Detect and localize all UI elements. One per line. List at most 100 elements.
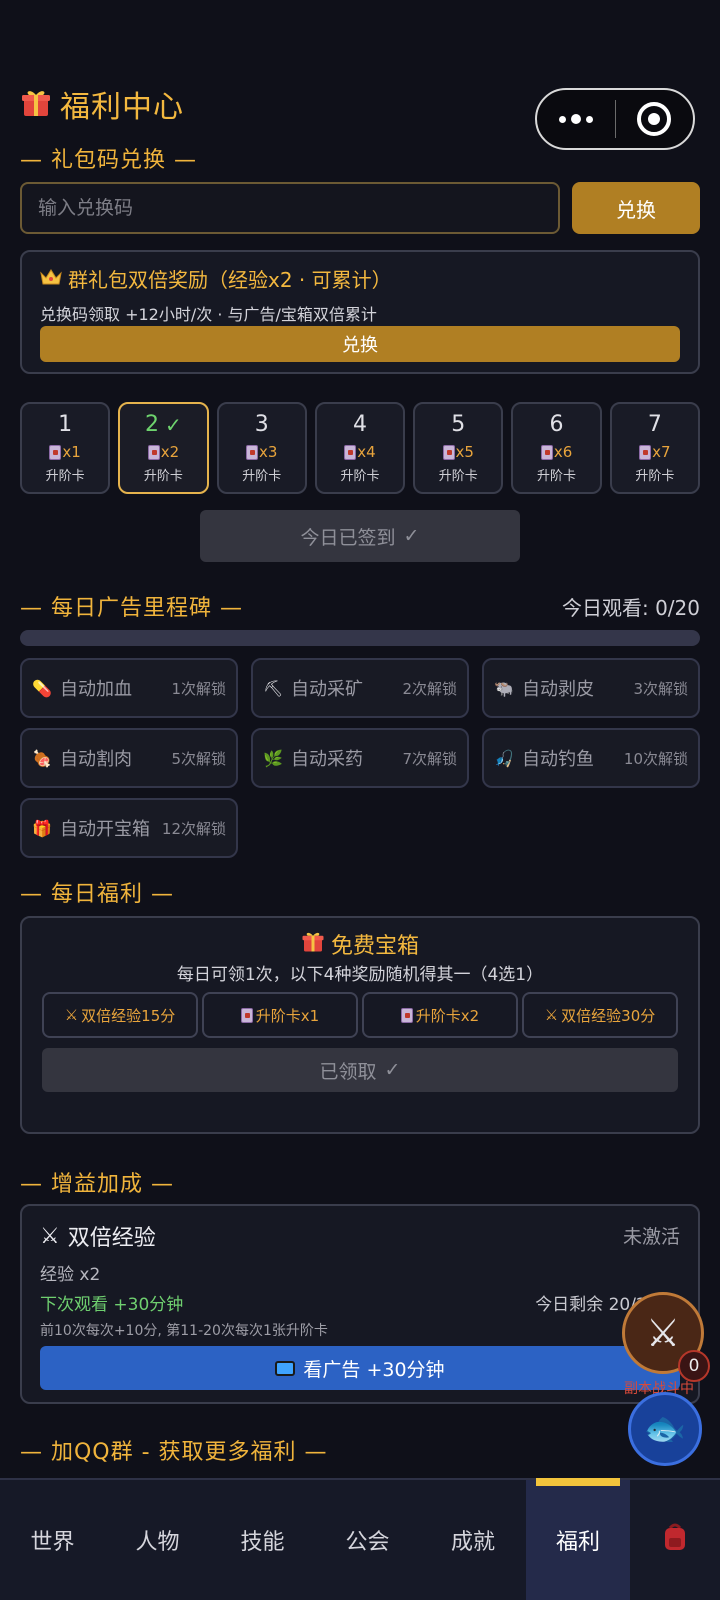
crossed-swords-icon: ⚔ bbox=[645, 1311, 681, 1355]
signed-in-button[interactable]: 今日已签到 ✓ bbox=[200, 510, 520, 562]
chest-claimed-button[interactable]: 已领取 ✓ bbox=[42, 1048, 678, 1092]
day-reward-name: 升阶卡 bbox=[537, 469, 577, 484]
day-reward-name: 升阶卡 bbox=[242, 469, 282, 484]
fishing-float-button[interactable]: 🐟 bbox=[628, 1392, 702, 1466]
tab-character[interactable]: 人物 bbox=[105, 1480, 210, 1600]
auto-feature-item[interactable]: 🌿 自动采药 7次解锁 bbox=[251, 728, 469, 788]
signin-day[interactable]: 6 x6 升阶卡 bbox=[511, 402, 602, 494]
feature-label: 自动钓鱼 bbox=[522, 749, 594, 770]
feature-label: 自动剥皮 bbox=[522, 679, 594, 700]
feature-label: 自动开宝箱 bbox=[60, 819, 150, 840]
day-reward-name: 升阶卡 bbox=[45, 469, 85, 484]
auto-feature-item[interactable]: 💊 自动加血 1次解锁 bbox=[20, 658, 238, 718]
herb-icon: 🌿 bbox=[263, 748, 283, 768]
gift-icon bbox=[301, 929, 325, 959]
tab-world[interactable]: 世界 bbox=[0, 1480, 105, 1600]
hide-icon: 🐃 bbox=[494, 678, 514, 698]
reward-label: 双倍经验15分 bbox=[81, 1006, 176, 1025]
feature-label: 自动加血 bbox=[60, 679, 132, 700]
gift-icon bbox=[20, 86, 52, 122]
close-mini-program-button[interactable] bbox=[616, 102, 694, 136]
crown-icon bbox=[40, 267, 62, 291]
reward-label: 升阶卡x1 bbox=[255, 1006, 320, 1025]
feature-label: 自动采药 bbox=[291, 749, 363, 770]
ad-progress-bar bbox=[20, 630, 700, 646]
target-icon bbox=[637, 102, 672, 136]
checkmark-icon: ✓ bbox=[165, 412, 182, 437]
reward-label: 双倍经验30分 bbox=[561, 1006, 656, 1025]
upgrade-card-icon bbox=[442, 444, 455, 460]
signin-day[interactable]: 7 x7 升阶卡 bbox=[609, 402, 700, 494]
group-bonus-card: 群礼包双倍奖励（经验x2 · 可累计） 兑换码领取 +12小时/次 · 与广告/… bbox=[20, 250, 700, 374]
chest-reward-option: ⚔ 双倍经验30分 bbox=[522, 992, 678, 1038]
feature-label: 自动采矿 bbox=[291, 679, 363, 700]
claimed-label: 已领取 bbox=[319, 1060, 377, 1083]
ad-watch-count: 今日观看: 0/20 bbox=[561, 596, 700, 620]
tab-guild[interactable]: 公会 bbox=[315, 1480, 420, 1600]
auto-feature-item[interactable]: 🎣 自动钓鱼 10次解锁 bbox=[482, 728, 700, 788]
double-exp-title: 双倍经验 bbox=[67, 1226, 156, 1251]
day-reward: x3 bbox=[258, 443, 278, 461]
chest-reward-option: 升阶卡x2 bbox=[362, 992, 518, 1038]
day-number: 4 bbox=[352, 412, 367, 437]
signin-day[interactable]: 3 x3 升阶卡 bbox=[216, 402, 307, 494]
signin-day[interactable]: 1 x1 升阶卡 bbox=[20, 402, 111, 494]
more-menu-button[interactable] bbox=[537, 114, 615, 124]
signed-in-label: 今日已签到 bbox=[300, 526, 396, 549]
auto-feature-item[interactable]: 🎁 自动开宝箱 12次解锁 bbox=[20, 798, 238, 858]
auto-feature-item[interactable]: 🐃 自动剥皮 3次解锁 bbox=[482, 658, 700, 718]
group-bonus-title: 群礼包双倍奖励（经验x2 · 可累计） bbox=[68, 268, 392, 292]
unlock-requirement: 12次解锁 bbox=[161, 819, 226, 838]
tab-welfare[interactable]: 福利 bbox=[526, 1478, 630, 1600]
day-reward: x5 bbox=[455, 443, 474, 461]
auto-feature-item[interactable]: 🍖 自动割肉 5次解锁 bbox=[20, 728, 238, 788]
backpack-icon bbox=[661, 1522, 689, 1558]
day-reward: x7 bbox=[652, 443, 671, 461]
upgrade-card-icon bbox=[245, 444, 258, 460]
next-watch-reward: 下次观看 +30分钟 bbox=[40, 1295, 184, 1315]
tv-icon bbox=[275, 1360, 296, 1376]
pickaxe-icon: ⛏ bbox=[263, 678, 284, 698]
qq-group-section-title: — 加QQ群 - 获取更多福利 — bbox=[20, 1440, 328, 1465]
unlock-requirement: 2次解锁 bbox=[402, 679, 457, 698]
double-exp-header: ⚔ 双倍经验 bbox=[40, 1220, 156, 1252]
group-bonus-subtitle: 兑换码领取 +12小时/次 · 与广告/宝箱双倍累计 bbox=[40, 305, 377, 324]
signin-days: 1 x1 升阶卡 2 ✓ x2 升阶卡 3 x3 升阶卡 4 x4 升阶卡 5 x… bbox=[20, 402, 700, 494]
mini-program-capsule bbox=[535, 88, 695, 150]
signin-day[interactable]: 2 ✓ x2 升阶卡 bbox=[118, 402, 209, 494]
page-title: 福利中心 bbox=[60, 90, 184, 125]
day-reward-name: 升阶卡 bbox=[143, 469, 183, 484]
day-reward: x1 bbox=[62, 443, 81, 461]
swords-icon: ⚔ bbox=[64, 1006, 79, 1024]
chest-reward-options: ⚔ 双倍经验15分 升阶卡x1 升阶卡x2 ⚔ 双倍经验30分 bbox=[42, 992, 678, 1038]
tab-skills[interactable]: 技能 bbox=[210, 1480, 315, 1600]
upgrade-card-icon bbox=[540, 444, 553, 460]
day-number: 1 bbox=[58, 412, 73, 437]
day-number: 6 bbox=[549, 412, 564, 437]
tab-achievements[interactable]: 成就 bbox=[420, 1480, 526, 1600]
auto-feature-item[interactable]: ⛏ 自动采矿 2次解锁 bbox=[251, 658, 469, 718]
upgrade-card-icon bbox=[49, 444, 62, 460]
fishing-icon: 🎣 bbox=[494, 748, 514, 768]
redeem-button[interactable]: 兑换 bbox=[572, 182, 700, 234]
signin-day[interactable]: 5 x5 升阶卡 bbox=[413, 402, 504, 494]
fish-icon: 🐟 bbox=[643, 1409, 687, 1449]
upgrade-card-icon bbox=[344, 444, 357, 460]
feature-label: 自动割肉 bbox=[60, 749, 132, 770]
watch-ad-label: 看广告 +30分钟 bbox=[303, 1358, 445, 1381]
buff-section-title: — 增益加成 — bbox=[20, 1172, 174, 1197]
checkmark-icon: ✓ bbox=[384, 1059, 401, 1081]
group-bonus-redeem-button[interactable]: 兑换 bbox=[40, 326, 680, 362]
signin-day[interactable]: 4 x4 升阶卡 bbox=[314, 402, 406, 494]
upgrade-card-icon bbox=[240, 1007, 253, 1023]
ad-milestone-section-title: — 每日广告里程碑 — bbox=[20, 596, 243, 621]
watch-ad-button[interactable]: 看广告 +30分钟 bbox=[40, 1346, 680, 1390]
daily-welfare-section-title: — 每日福利 — bbox=[20, 882, 174, 907]
day-number: 2 bbox=[145, 412, 160, 437]
day-reward: x6 bbox=[553, 443, 573, 461]
page-header: 福利中心 bbox=[20, 82, 184, 126]
tab-backpack[interactable] bbox=[630, 1480, 720, 1600]
redeem-code-input[interactable] bbox=[20, 182, 560, 234]
meat-icon: 🍖 bbox=[32, 748, 52, 768]
upgrade-card-icon bbox=[639, 444, 652, 460]
